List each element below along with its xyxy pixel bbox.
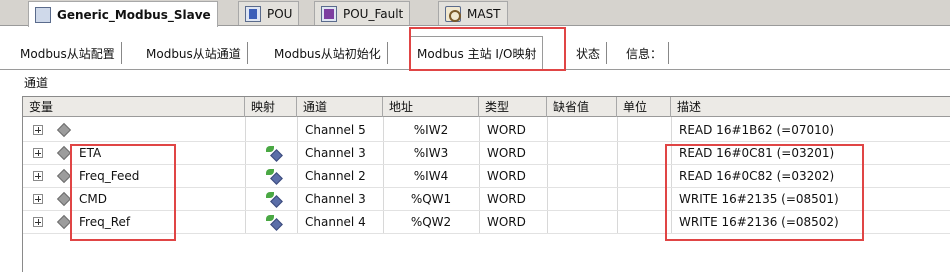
pou-icon [245,5,261,22]
cell-channel: Channel 3 [305,192,366,206]
cell-description: READ 16#0C81 (=03201) [679,146,835,160]
tab-label: Modbus从站通道 [146,46,241,61]
cell-channel: Channel 4 [305,215,366,229]
cell-type: WORD [487,192,526,206]
expand-icon[interactable] [33,171,43,181]
cell-variable[interactable]: CMD [73,188,245,211]
cell-description: READ 16#1B62 (=07010) [679,123,835,137]
cell-variable[interactable]: ETA [73,142,245,165]
tab-label: 信息： [626,46,663,61]
mapping-icon [266,215,284,231]
column-header-type[interactable]: 类型 [479,97,547,117]
cell-description: WRITE 16#2135 (=08501) [679,192,839,206]
table-row[interactable]: CMD Channel 3 %QW1 WORD WRITE 16#2135 (=… [23,188,950,211]
cell-description: WRITE 16#2136 (=08502) [679,215,839,229]
table-row[interactable]: Freq_Feed Channel 2 %IW4 WORD READ 16#0C… [23,165,950,188]
tab-modbus-slave-config[interactable]: Modbus从站配置 [14,42,122,64]
cell-variable[interactable]: Freq_Feed [73,165,245,188]
doc-tab-mast[interactable]: MAST [438,1,508,25]
column-header-description[interactable]: 描述 [671,97,950,117]
variable-icon [56,168,72,184]
cell-type: WORD [487,215,526,229]
tab-modbus-slave-init[interactable]: Modbus从站初始化 [268,42,388,64]
tab-modbus-slave-channel[interactable]: Modbus从站通道 [140,42,248,64]
cell-type: WORD [487,146,526,160]
expand-icon[interactable] [33,194,43,204]
cell-address: %QW2 [410,215,452,229]
column-header-unit[interactable]: 单位 [617,97,671,117]
variable-icon [56,214,72,230]
doc-tab-pou[interactable]: POU [238,1,300,25]
cell-channel: Channel 2 [305,169,366,183]
mapping-icon [266,146,284,162]
expand-icon[interactable] [33,148,43,158]
doc-tab-label: POU [267,6,293,21]
expand-icon[interactable] [33,217,43,227]
mast-task-icon [445,5,461,22]
expand-icon[interactable] [33,125,43,135]
variable-icon [56,122,72,138]
column-header-channel[interactable]: 通道 [297,97,383,117]
column-header-address[interactable]: 地址 [383,97,479,117]
document-tab-bar: Generic_Modbus_Slave POU POU_Fault MAST [0,0,950,27]
io-mapping-table: 变量 映射 通道 地址 类型 缺省值 单位 描述 Channel 5 %IW2 … [22,96,950,272]
variable-icon [56,191,72,207]
table-header: 变量 映射 通道 地址 类型 缺省值 单位 描述 [23,97,950,117]
cell-channel: Channel 3 [305,146,366,160]
mapping-icon [266,169,284,185]
cell-address: %IW2 [413,123,449,137]
table-row[interactable]: Freq_Ref Channel 4 %QW2 WORD WRITE 16#21… [23,211,950,234]
tab-label: Modbus从站初始化 [274,46,381,61]
cell-type: WORD [487,169,526,183]
table-row[interactable]: Channel 5 %IW2 WORD READ 16#1B62 (=07010… [23,119,950,142]
tab-label: Modbus从站配置 [20,46,115,61]
tab-info[interactable]: 信息： [620,42,670,64]
cell-variable[interactable] [73,119,245,142]
cell-type: WORD [487,123,526,137]
cell-channel: Channel 5 [305,123,366,137]
doc-tab-pou-fault[interactable]: POU_Fault [314,1,411,25]
cell-variable[interactable]: Freq_Ref [73,211,245,234]
cell-address: %QW1 [410,192,452,206]
doc-tab-label: POU_Fault [343,6,404,21]
column-header-mapping[interactable]: 映射 [245,97,297,117]
doc-tab-generic-modbus-slave[interactable]: Generic_Modbus_Slave [28,1,218,27]
doc-tab-label: Generic_Modbus_Slave [57,7,211,22]
cell-address: %IW4 [413,169,449,183]
section-label: 通道 [24,76,49,90]
column-header-variable[interactable]: 变量 [23,97,245,117]
tab-status[interactable]: 状态 [570,42,608,64]
pou-fault-icon [321,5,337,22]
mapping-icon [266,192,284,208]
tab-modbus-master-io-mapping[interactable]: Modbus 主站 I/O映射 [410,36,544,70]
tab-label: Modbus 主站 I/O映射 [417,46,537,61]
slave-device-icon [35,6,51,23]
cell-description: READ 16#0C82 (=03202) [679,169,835,183]
table-row[interactable]: ETA Channel 3 %IW3 WORD READ 16#0C81 (=0… [23,142,950,165]
variable-icon [56,145,72,161]
column-header-default[interactable]: 缺省值 [547,97,617,117]
doc-tab-label: MAST [467,6,501,21]
config-tab-strip: Modbus从站配置 Modbus从站通道 Modbus从站初始化 Modbus… [0,36,950,70]
tab-label: 状态 [576,46,601,61]
cell-address: %IW3 [413,146,449,160]
